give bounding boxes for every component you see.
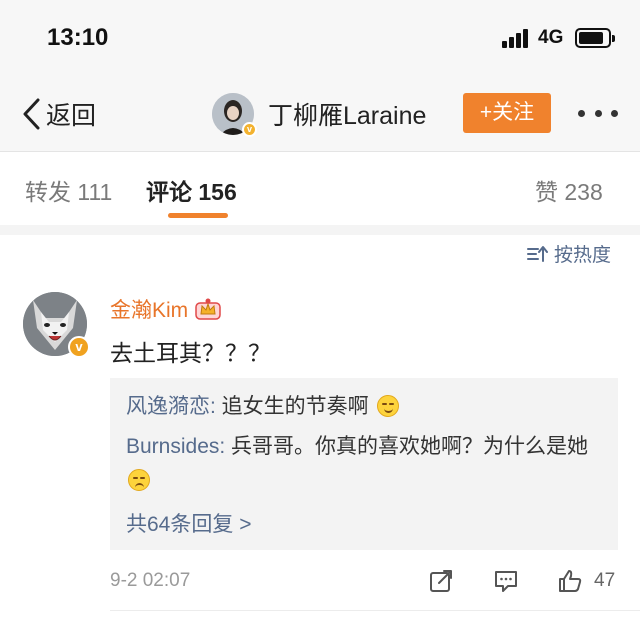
reply-author[interactable]: 风逸漪恋:: [126, 395, 216, 418]
vip-crown-icon: [195, 298, 221, 320]
commenter-avatar[interactable]: v: [23, 292, 90, 358]
signal-icon: [502, 28, 532, 48]
sort-label: 按热度: [554, 245, 612, 266]
share-icon[interactable]: [428, 568, 454, 599]
tab-likes[interactable]: 赞 238: [535, 173, 603, 207]
reply-item[interactable]: 风逸漪恋: 追女生的节奏啊: [126, 390, 606, 424]
divider: [110, 610, 640, 611]
more-dots-icon[interactable]: [578, 100, 618, 126]
verified-badge-icon: v: [242, 122, 257, 137]
nav-username: 丁柳雁Laraine: [268, 102, 427, 130]
avatar[interactable]: v: [212, 93, 257, 137]
tab-reposts[interactable]: 转发 111: [25, 173, 112, 207]
sort-button[interactable]: 按热度: [526, 240, 611, 267]
reply-item[interactable]: Burnsides: 兵哥哥。你真的喜欢她啊？为什么是她: [126, 430, 606, 498]
comment-text: 去土耳其？？？: [110, 340, 271, 366]
comment-header: 金瀚Kim: [110, 294, 222, 324]
reply-text: 兵哥哥。你真的喜欢她啊？为什么是她: [225, 435, 589, 458]
commenter-name[interactable]: 金瀚Kim: [110, 294, 188, 324]
comment-footer: 9-2 02:07 47: [0, 562, 640, 602]
sad-emoji-icon: [128, 469, 150, 491]
follow-button[interactable]: +关注: [463, 93, 551, 133]
section-divider: [0, 225, 640, 235]
active-tab-indicator: [168, 213, 228, 218]
like-icon[interactable]: [557, 568, 583, 599]
battery-icon: [575, 28, 615, 48]
back-button[interactable]: 返回: [20, 94, 96, 134]
reply-author[interactable]: Burnsides:: [126, 435, 225, 458]
tab-comments[interactable]: 评论 156: [146, 173, 237, 207]
sort-icon: [527, 245, 548, 262]
tab-bar: 转发 111 评论 156 赞 238: [0, 153, 640, 225]
status-time: 13:10: [47, 24, 109, 51]
verified-badge-icon: v: [68, 336, 90, 358]
reply-text: 追女生的节奏啊: [215, 395, 369, 418]
comment-icon[interactable]: [493, 568, 519, 599]
status-bar: 13:10 4G: [0, 0, 640, 80]
like-count: 47: [594, 570, 616, 591]
profile-header[interactable]: v 丁柳雁Laraine: [212, 93, 427, 137]
chevron-left-icon: [23, 98, 40, 130]
more-replies-link[interactable]: 共64条回复 >: [126, 508, 251, 538]
back-label: 返回: [46, 102, 97, 130]
network-label: 4G: [538, 27, 564, 48]
smile-emoji-icon: [376, 395, 399, 417]
comment-time: 9-2 02:07: [110, 570, 191, 591]
nav-bar: 返回 v 丁柳雁Laraine +关注: [0, 80, 640, 152]
replies-box[interactable]: 风逸漪恋: 追女生的节奏啊 Burnsides: 兵哥哥。你真的喜欢她啊？为什么…: [110, 378, 618, 550]
